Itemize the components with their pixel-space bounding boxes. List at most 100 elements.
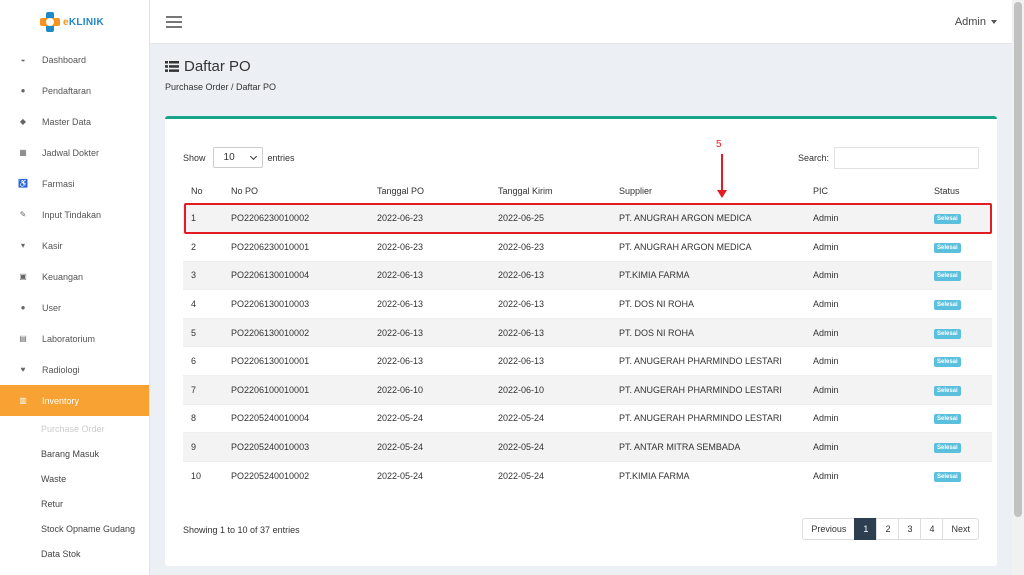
page-size-select[interactable]: 10 (212, 147, 263, 168)
sidebar-item-pendaftaran[interactable]: ● Pendaftaran (0, 75, 149, 106)
table-cell: 3 (183, 260, 223, 290)
sidebar-item-input-tindakan[interactable]: ✎ Input Tindakan (0, 199, 149, 230)
table-cell: PO2206100010001 (223, 375, 369, 405)
search-input[interactable] (834, 147, 979, 169)
page-title-text: Daftar PO (184, 58, 251, 75)
submenu-item-retur[interactable]: Retur (0, 491, 149, 516)
table-info: Showing 1 to 10 of 37 entries (183, 525, 300, 535)
submenu-item-barang-masuk[interactable]: Barang Masuk (0, 441, 149, 466)
table-cell: 4 (183, 289, 223, 319)
previous-page-button[interactable]: Previous (802, 518, 856, 540)
status-badge: Selesai (934, 414, 961, 425)
table-cell: PT. ANUGERAH PHARMINDO LESTARI (611, 375, 805, 405)
column-header[interactable]: Tanggal PO (369, 179, 490, 205)
table-cell: 2022-05-24 (490, 403, 611, 433)
user-icon: ● (20, 86, 26, 95)
table-row[interactable]: 6 PO2206130010001 2022-06-13 2022-06-13 PT. … (183, 346, 992, 376)
submenu-item-kartu-stok[interactable]: Kartu Stok (0, 566, 149, 575)
column-header[interactable]: Tanggal Kirim (490, 179, 611, 205)
table-body: 1 PO2206230010002 2022-06-23 2022-06-25 PT. … (183, 203, 992, 490)
table-row[interactable]: 2 PO2206230010001 2022-06-23 2022-06-23 PT. … (183, 232, 992, 262)
scroll-thumb[interactable] (1014, 2, 1022, 517)
status-cell: Selesai (926, 346, 992, 376)
page-size-value: 10 (223, 152, 235, 163)
table-cell: 10 (183, 460, 223, 490)
sidebar-item-label: Kasir (42, 240, 63, 251)
column-header[interactable]: No PO (223, 179, 369, 205)
status-badge: Selesai (934, 443, 961, 454)
brand-logo[interactable]: eKLINIK (0, 0, 149, 44)
table-cell: 2022-06-13 (369, 317, 490, 347)
data-icon: ◆ (19, 117, 27, 126)
table-cell: PO2206130010002 (223, 317, 369, 347)
column-header[interactable]: PIC (805, 179, 926, 205)
table-cell: 2022-06-10 (490, 375, 611, 405)
entries-control: Show 10 entries (183, 147, 295, 168)
chevron-down-icon (249, 152, 257, 160)
sidebar-item-laboratorium[interactable]: ▤ Laboratorium (0, 323, 149, 354)
sidebar-item-keuangan[interactable]: ▣ Keuangan (0, 261, 149, 292)
po-list-box: Show 10 entries Search: No No PO Tanggal P… (165, 116, 997, 566)
column-header[interactable]: Status (926, 179, 992, 205)
sidebar-item-kasir[interactable]: ▾ Kasir (0, 230, 149, 261)
status-badge: Selesai (934, 385, 961, 396)
sidebar-item-farmasi[interactable]: ♿ Farmasi (0, 168, 149, 199)
table-cell: 2022-06-13 (490, 289, 611, 319)
status-cell: Selesai (926, 432, 992, 462)
column-header[interactable]: No (183, 179, 223, 205)
table-cell: 2022-05-24 (490, 432, 611, 462)
table-cell: 2022-06-13 (490, 317, 611, 347)
page-button-2[interactable]: 2 (876, 518, 900, 540)
sidebar-item-label: User (42, 302, 62, 313)
sidebar-item-radiologi[interactable]: ♥ Radiologi (0, 354, 149, 385)
page-button-1[interactable]: 1 (854, 518, 878, 540)
table-cell: 2022-06-13 (369, 260, 490, 290)
table-cell: 2022-06-13 (490, 346, 611, 376)
table-cell: PO2205240010002 (223, 460, 369, 490)
sidebar-item-user[interactable]: ● User (0, 292, 149, 323)
table-row[interactable]: 3 PO2206130010004 2022-06-13 2022-06-13 PT.K… (183, 260, 992, 290)
sidebar-item-inventory[interactable]: ▥ Inventory (0, 385, 149, 416)
status-badge: Selesai (934, 471, 961, 482)
submenu-item-purchase-order[interactable]: Purchase Order (0, 416, 149, 441)
status-badge: Selesai (934, 300, 961, 311)
user-menu[interactable]: Admin (955, 16, 997, 28)
submenu-item-stock-opname-gudang[interactable]: Stock Opname Gudang (0, 516, 149, 541)
table-cell: 9 (183, 432, 223, 462)
next-page-button[interactable]: Next (942, 518, 979, 540)
sidebar-item-label: Keuangan (42, 271, 84, 282)
table-row[interactable]: 10 PO2205240010002 2022-05-24 2022-05-24 PT.… (183, 460, 992, 490)
annotation-arrow-line (721, 154, 723, 192)
sidebar-item-label: Farmasi (42, 178, 75, 189)
page-button-4[interactable]: 4 (920, 518, 944, 540)
sidebar-item-master-data[interactable]: ◆ Master Data (0, 106, 149, 137)
topbar: Admin (150, 0, 1012, 44)
table-cell: Admin (805, 232, 926, 262)
dashboard-icon: ◒ (20, 55, 26, 64)
table-row[interactable]: 9 PO2205240010003 2022-05-24 2022-05-24 PT. … (183, 432, 992, 462)
table-cell: PO2205240010003 (223, 432, 369, 462)
table-cell: 2022-05-24 (369, 432, 490, 462)
table-row[interactable]: 4 PO2206130010003 2022-06-13 2022-06-13 PT. … (183, 289, 992, 319)
page-button-3[interactable]: 3 (898, 518, 922, 540)
status-cell: Selesai (926, 260, 992, 290)
column-header[interactable]: Supplier (611, 179, 805, 205)
table-row[interactable]: 8 PO2205240010004 2022-05-24 2022-05-24 PT. … (183, 403, 992, 433)
search-control: Search: (798, 147, 979, 169)
scrollbar[interactable] (1012, 0, 1024, 575)
annotation-number: 5 (716, 139, 722, 150)
sidebar-item-dashboard[interactable]: ◒ Dashboard (0, 44, 149, 75)
hamburger-menu-icon[interactable] (166, 16, 182, 28)
table-cell: PT. DOS NI ROHA (611, 289, 805, 319)
table-cell: Admin (805, 289, 926, 319)
status-badge: Selesai (934, 357, 961, 368)
table-cell: 2022-06-23 (490, 232, 611, 262)
status-cell: Selesai (926, 403, 992, 433)
table-row[interactable]: 5 PO2206130010002 2022-06-13 2022-06-13 PT. … (183, 317, 992, 347)
submenu-item-data-stok[interactable]: Data Stok (0, 541, 149, 566)
sidebar-item-jadwal-dokter[interactable]: ▦ Jadwal Dokter (0, 137, 149, 168)
submenu-item-waste[interactable]: Waste (0, 466, 149, 491)
table-row[interactable]: 7 PO2206100010001 2022-06-10 2022-06-10 PT. … (183, 375, 992, 405)
table-cell: 2022-05-24 (369, 403, 490, 433)
table-cell: PT. ANUGRAH ARGON MEDICA (611, 232, 805, 262)
